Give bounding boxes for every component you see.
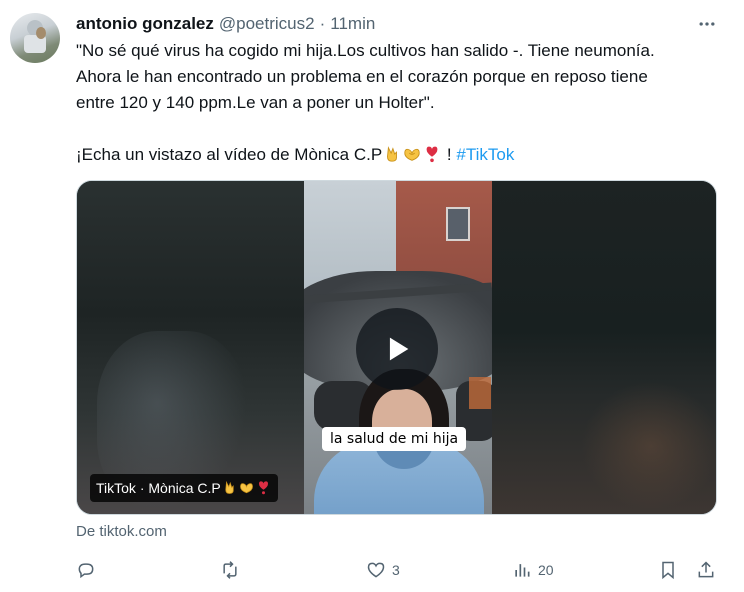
exclamation-heart-emoji-icon: [258, 481, 268, 495]
pinched-hand-emoji-icon: [387, 146, 398, 162]
heart-hands-emoji-icon: [239, 483, 253, 494]
views-button[interactable]: 20: [512, 556, 554, 584]
video-caption: la salud de mi hija: [322, 427, 467, 451]
exclamation-heart-emoji-icon: [426, 146, 438, 163]
tweet-text-line: "No sé qué virus ha cogido mi hija.Los c…: [76, 41, 655, 60]
share-button[interactable]: [696, 556, 716, 584]
separator-dot: ·: [319, 14, 326, 33]
tweet-text: "No sé qué virus ha cogido mi hija.Los c…: [76, 38, 726, 168]
bookmark-button[interactable]: [658, 556, 678, 584]
media-card[interactable]: la salud de mi hija: [76, 180, 717, 515]
more-icon: [699, 22, 715, 26]
author-name[interactable]: antonio gonzalez: [76, 14, 214, 34]
play-icon: [389, 337, 409, 361]
seat-detail: [469, 377, 491, 409]
hashtag-link[interactable]: #TikTok: [456, 145, 514, 164]
tweet-time[interactable]: 11min: [330, 14, 375, 34]
media-label-text: TikTok · Mònica C.P: [96, 480, 221, 496]
bookmark-icon: [662, 561, 674, 580]
tweet-header: antonio gonzalez @poetricus2 · 11min: [76, 13, 375, 35]
author-handle[interactable]: @poetricus2: [219, 14, 315, 34]
reply-icon: [78, 563, 94, 579]
media-source-label: TikTok · Mònica C.P: [90, 474, 278, 502]
tweet-text-line: entre 120 y 140 ppm.Le van a poner un Ho…: [76, 93, 435, 112]
like-count: 3: [392, 562, 400, 578]
pinched-hand-emoji-icon: [225, 480, 234, 494]
share-icon: [698, 561, 714, 578]
avatar[interactable]: [10, 13, 60, 63]
retweet-icon: [223, 561, 237, 579]
cta-suffix: !: [446, 145, 452, 164]
more-options-button[interactable]: [694, 13, 720, 35]
view-count: 20: [538, 562, 554, 578]
tweet-text-line: Ahora le han encontrado un problema en e…: [76, 67, 648, 86]
cta-text: ¡Echa un vistazo al vídeo de Mònica C.P: [76, 145, 383, 164]
views-icon: [515, 564, 530, 577]
heart-hands-emoji-icon: [404, 148, 420, 161]
link-source[interactable]: De tiktok.com: [76, 523, 167, 540]
like-button[interactable]: 3: [366, 556, 400, 584]
play-button[interactable]: [356, 308, 438, 390]
retweet-button[interactable]: [220, 556, 240, 584]
video-blur-right: [491, 181, 716, 514]
tweet-actions: 3 20: [76, 556, 726, 584]
tweet-cta-line: ¡Echa un vistazo al vídeo de Mònica C.P …: [76, 142, 726, 168]
avatar-head: [36, 27, 46, 39]
reply-button[interactable]: [76, 556, 96, 584]
video-blur-left: [77, 181, 305, 514]
heart-icon: [367, 562, 385, 578]
